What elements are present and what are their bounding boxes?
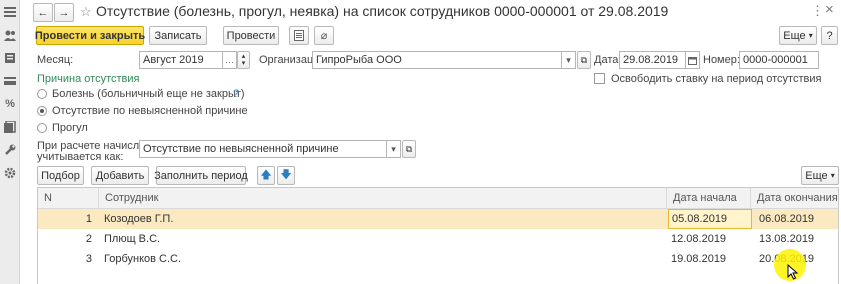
post-button[interactable]: Провести xyxy=(223,26,279,45)
arrow-down-icon: 🡇 xyxy=(280,169,292,181)
start-date-cell[interactable]: 19.08.2019 xyxy=(671,249,726,269)
chevron-down-icon: ▾ xyxy=(391,143,396,154)
reason-option-unknown[interactable]: Отсутствие по невыясненной причине xyxy=(52,105,248,117)
move-up-button[interactable]: 🡅 xyxy=(257,166,275,185)
employee-cell[interactable]: Козодоев Г.П. xyxy=(104,209,173,229)
open-link-icon: ⧉ xyxy=(405,143,413,154)
date-calendar-button[interactable] xyxy=(686,51,700,69)
print-list-button[interactable] xyxy=(289,26,309,45)
table-more-button[interactable]: Еще ▾ xyxy=(801,166,839,185)
administration-gear-icon[interactable] xyxy=(4,167,16,179)
start-date-cell[interactable]: 05.08.2019 xyxy=(668,209,752,229)
month-label: Месяц: xyxy=(37,54,74,66)
accrual-type-dropdown-button[interactable]: ▾ xyxy=(387,140,401,158)
free-rate-checkbox[interactable] xyxy=(594,73,605,84)
month-select-button[interactable]: … xyxy=(223,51,237,69)
date-field[interactable]: 29.08.2019 xyxy=(619,51,686,69)
menu-icon[interactable] xyxy=(4,6,16,18)
pick-button[interactable]: Подбор xyxy=(37,166,84,185)
move-down-button[interactable]: 🡇 xyxy=(277,166,295,185)
taxes-icon[interactable]: % xyxy=(4,98,16,110)
paperclip-icon: ⌀ xyxy=(320,30,328,42)
chevron-down-icon: ▾ xyxy=(808,31,813,40)
save-button[interactable]: Записать xyxy=(149,26,207,45)
sections-panel: % xyxy=(0,0,20,284)
calendar-icon xyxy=(688,56,697,65)
salary-icon[interactable] xyxy=(4,52,16,64)
arrow-left-icon: ← xyxy=(37,6,49,19)
reason-radio-illness[interactable] xyxy=(37,89,47,99)
date-label: Дата: xyxy=(594,54,622,66)
ellipsis-icon: … xyxy=(225,55,234,65)
column-header-n[interactable]: N xyxy=(38,188,98,209)
chevron-down-icon: ▾ xyxy=(566,54,571,65)
document-list-icon xyxy=(294,30,304,41)
column-header-end-date[interactable]: Дата окончания xyxy=(750,188,838,209)
chevron-down-icon: ▾ xyxy=(830,171,835,180)
open-link-icon: ⧉ xyxy=(580,54,588,65)
more-button[interactable]: Еще ▾ xyxy=(779,26,817,45)
help-hint-link[interactable]: ? xyxy=(233,88,239,100)
employee-cell[interactable]: Горбунков С.С. xyxy=(104,249,181,269)
employees-table: N Сотрудник Дата начала Дата окончания 1… xyxy=(37,187,839,284)
start-date-cell[interactable]: 12.08.2019 xyxy=(671,229,726,249)
forward-button[interactable]: → xyxy=(54,3,74,22)
row-number: 2 xyxy=(85,233,92,245)
help-button[interactable]: ? xyxy=(821,26,838,45)
document-window: ← → ☆ Отсутствие (болезнь, прогул, неявк… xyxy=(26,0,841,284)
arrow-up-icon: 🡅 xyxy=(260,169,272,181)
mouse-pointer-icon xyxy=(787,264,799,280)
post-and-close-button[interactable]: Провести и закрыть xyxy=(35,26,145,45)
end-date-cell[interactable]: 06.08.2019 xyxy=(759,209,814,229)
spin-up-icon: ▴ xyxy=(241,53,246,60)
row-number: 1 xyxy=(85,213,92,225)
reason-radio-absence[interactable] xyxy=(37,123,47,133)
month-field[interactable]: Август 2019 xyxy=(139,51,223,69)
reason-option-absence[interactable]: Прогул xyxy=(52,122,88,134)
number-label: Номер: xyxy=(703,54,740,66)
close-icon[interactable]: × xyxy=(825,1,834,18)
organization-field[interactable]: ГипроРыба ООО xyxy=(312,51,562,69)
spin-down-icon: ▾ xyxy=(241,60,246,67)
staff-icon[interactable] xyxy=(4,29,16,41)
month-spin-button[interactable]: ▴ ▾ xyxy=(237,51,250,69)
attachments-button[interactable]: ⌀ xyxy=(314,26,334,45)
row-number: 3 xyxy=(85,253,92,265)
organization-dropdown-button[interactable]: ▾ xyxy=(562,51,576,69)
reports-icon[interactable] xyxy=(4,121,16,133)
reason-radio-unknown[interactable] xyxy=(37,106,47,116)
free-rate-label[interactable]: Освободить ставку на период отсутствия xyxy=(611,73,821,85)
back-button[interactable]: ← xyxy=(33,3,53,22)
window-title: Отсутствие (болезнь, прогул, неявка) на … xyxy=(96,3,669,19)
column-header-start-date[interactable]: Дата начала xyxy=(666,188,750,209)
settings-wrench-icon[interactable] xyxy=(4,144,16,156)
more-actions-icon[interactable]: ⋮ xyxy=(811,3,824,19)
table-row[interactable]: 2 Плющ В.С. 12.08.2019 13.08.2019 xyxy=(38,229,838,249)
employee-cell[interactable]: Плющ В.С. xyxy=(104,229,160,249)
end-date-cell[interactable]: 13.08.2019 xyxy=(759,229,814,249)
add-button[interactable]: Добавить xyxy=(91,166,149,185)
reason-group-title: Причина отсутствия xyxy=(37,73,140,85)
table-row[interactable]: 1 Козодоев Г.П. 05.08.2019 06.08.2019 xyxy=(38,209,838,229)
accrual-type-field[interactable]: Отсутствие по невыясненной причине xyxy=(139,140,387,158)
accrual-type-open-button[interactable]: ⧉ xyxy=(402,140,416,158)
fill-period-button[interactable]: Заполнить период xyxy=(154,166,248,185)
arrow-right-icon: → xyxy=(58,6,70,19)
number-field[interactable]: 0000-000001 xyxy=(739,51,819,69)
reason-option-illness[interactable]: Болезнь (больничный еще не закрыт) xyxy=(52,88,245,100)
payments-icon[interactable] xyxy=(4,75,16,87)
table-row[interactable]: 3 Горбунков С.С. 19.08.2019 20.08.2019 xyxy=(38,249,838,269)
column-header-employee[interactable]: Сотрудник xyxy=(98,188,666,209)
organization-open-button[interactable]: ⧉ xyxy=(577,51,591,69)
favorite-star-icon[interactable]: ☆ xyxy=(80,4,92,20)
